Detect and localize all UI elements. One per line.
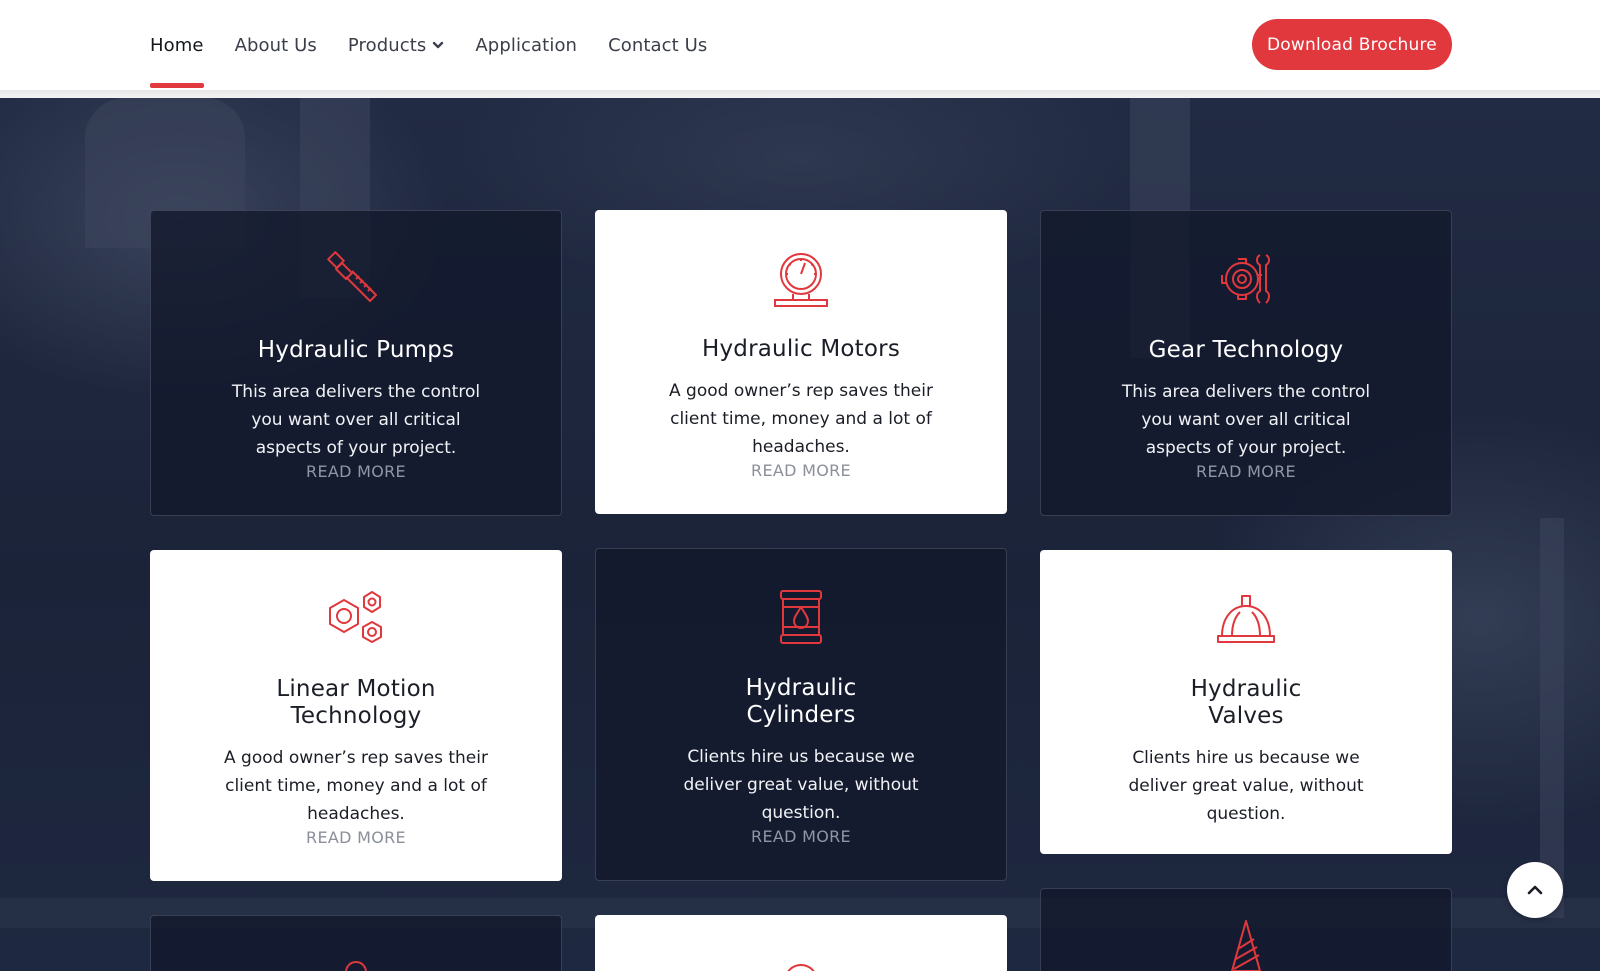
card-title: Hydraulic Valves <box>1190 676 1302 729</box>
nav-application[interactable]: Application <box>475 0 577 90</box>
card-text: Clients hire us because we deliver great… <box>1128 748 1364 824</box>
download-brochure-button[interactable]: Download Brochure <box>1252 19 1452 70</box>
card-title: Gear Technology <box>1148 337 1344 363</box>
nav-about-us[interactable]: About Us <box>235 0 317 90</box>
product-card[interactable]: Gear Technology This area delivers the c… <box>1040 210 1452 516</box>
background-tower <box>1540 518 1564 918</box>
scroll-to-top-button[interactable] <box>1507 862 1563 918</box>
product-card[interactable]: Hydraulic Cylinders Clients hire us beca… <box>595 548 1007 881</box>
nav-contact-us[interactable]: Contact Us <box>608 0 707 90</box>
chevron-up-icon <box>1527 885 1543 895</box>
nav-application-label: Application <box>475 34 578 56</box>
nav-products-label: Products <box>347 34 427 56</box>
card-title: Hydraulic Pumps <box>257 337 455 363</box>
product-card[interactable]: Hydraulic Valves Clients hire us because… <box>1040 550 1452 854</box>
hex-nuts-icon <box>329 591 382 643</box>
card-text: This area delivers the control you want … <box>231 382 481 458</box>
chevron-down-icon <box>433 41 444 49</box>
nav-contact-label: Contact Us <box>608 34 708 56</box>
card-text: A good owner’s rep saves their client ti… <box>224 748 488 824</box>
pump-icon <box>327 251 377 302</box>
pressure-gauge-icon <box>774 253 828 307</box>
tank-icon <box>787 964 815 971</box>
product-card[interactable] <box>150 915 562 971</box>
product-card[interactable]: Hydraulic Pumps This area delivers the c… <box>150 210 562 516</box>
read-more-link[interactable]: READ MORE <box>1196 462 1296 481</box>
card-text: This area delivers the control you want … <box>1121 382 1371 458</box>
card-text: A good owner’s rep saves their client ti… <box>669 381 933 457</box>
main-nav: Home About Us Products Application Conta… <box>150 0 707 90</box>
read-more-link[interactable]: READ MORE <box>751 827 851 846</box>
read-more-link[interactable]: READ MORE <box>306 462 406 481</box>
card-title: Hydraulic Motors <box>701 336 900 362</box>
read-more-link[interactable]: READ MORE <box>306 828 406 847</box>
oil-barrel-icon <box>780 590 822 644</box>
nav-home-label: Home <box>150 34 204 56</box>
read-more-link[interactable]: READ MORE <box>751 461 851 480</box>
nav-home[interactable]: Home <box>150 0 204 90</box>
card-title: Hydraulic Cylinders <box>745 675 857 728</box>
traffic-cone-icon <box>1231 920 1261 971</box>
nav-about-label: About Us <box>234 34 317 56</box>
card-title: Linear Motion Technology <box>276 676 436 729</box>
site-header: Home About Us Products Application Conta… <box>0 0 1600 90</box>
gear-wrench-icon <box>1221 254 1270 304</box>
product-card[interactable] <box>595 915 1007 971</box>
product-card[interactable]: Hydraulic Motors A good owner’s rep save… <box>595 210 1007 514</box>
product-card[interactable]: Linear Motion Technology A good owner’s … <box>150 550 562 881</box>
header-divider <box>0 90 1600 98</box>
card-text: Clients hire us because we deliver great… <box>683 747 919 823</box>
nav-products[interactable]: Products <box>348 0 445 90</box>
product-card[interactable] <box>1040 888 1452 971</box>
hard-hat-icon <box>1217 595 1275 643</box>
valve-icon <box>345 961 367 971</box>
